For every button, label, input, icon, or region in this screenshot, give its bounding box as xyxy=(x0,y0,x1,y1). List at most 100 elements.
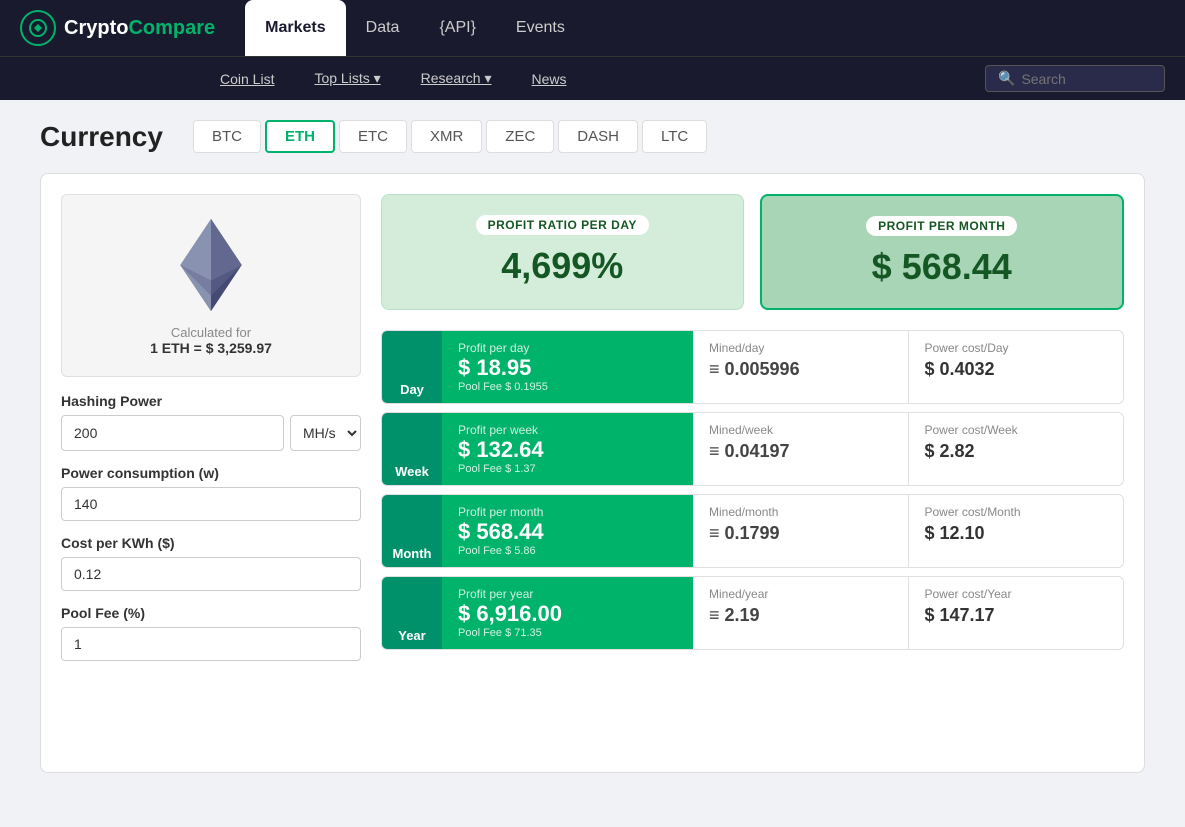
power-label-day: Power cost/Day xyxy=(925,341,1108,355)
tab-dash[interactable]: DASH xyxy=(558,120,638,153)
eth-price: 1 ETH = $ 3,259.97 xyxy=(150,340,272,356)
period-label-day: Day xyxy=(382,331,442,403)
profit-row-year: Year Profit per year $ 6,916.00 Pool Fee… xyxy=(381,576,1124,650)
profit-title-day: Profit per day xyxy=(458,341,677,355)
profit-main-day: Profit per day $ 18.95 Pool Fee $ 0.1955 xyxy=(442,331,693,403)
profit-month-label: PROFIT PER MONTH xyxy=(866,216,1017,236)
nav-events[interactable]: Events xyxy=(496,0,585,56)
nav-api[interactable]: {API} xyxy=(419,0,495,56)
logo-text-compare: Compare xyxy=(128,17,215,40)
tab-btc[interactable]: BTC xyxy=(193,120,261,153)
secondary-nav: Coin List Top Lists ▾ Research ▾ News 🔍 xyxy=(0,56,1185,100)
profit-title-week: Profit per week xyxy=(458,423,677,437)
search-icon: 🔍 xyxy=(998,70,1015,87)
power-week: Power cost/Week $ 2.82 xyxy=(909,413,1124,485)
power-value-day: $ 0.4032 xyxy=(925,359,1108,380)
profit-ratio-label: PROFIT RATIO PER DAY xyxy=(476,215,649,235)
power-year: Power cost/Year $ 147.17 xyxy=(909,577,1124,649)
power-consumption-group: Power consumption (w) xyxy=(61,465,361,521)
cost-per-kwh-label: Cost per KWh ($) xyxy=(61,535,361,551)
eth-logo xyxy=(161,215,261,315)
nav-markets[interactable]: Markets xyxy=(245,0,345,56)
pool-fee-week: Pool Fee $ 1.37 xyxy=(458,463,677,475)
mined-value-week: ≡ 0.04197 xyxy=(709,441,892,462)
profit-title-year: Profit per year xyxy=(458,587,677,601)
hashing-power-input[interactable] xyxy=(61,415,284,451)
pool-fee-month: Pool Fee $ 5.86 xyxy=(458,545,677,557)
profit-main-week: Profit per week $ 132.64 Pool Fee $ 1.37 xyxy=(442,413,693,485)
profit-value-year: $ 6,916.00 xyxy=(458,601,677,627)
power-consumption-input[interactable] xyxy=(61,487,361,521)
currency-tabs: BTC ETH ETC XMR ZEC DASH LTC xyxy=(193,120,707,153)
mined-value-day: ≡ 0.005996 xyxy=(709,359,892,380)
mined-value-month: ≡ 0.1799 xyxy=(709,523,892,544)
period-label-year: Year xyxy=(382,577,442,649)
period-label-week: Week xyxy=(382,413,442,485)
power-value-week: $ 2.82 xyxy=(925,441,1108,462)
power-label-week: Power cost/Week xyxy=(925,423,1108,437)
mined-label-month: Mined/month xyxy=(709,505,892,519)
tab-etc[interactable]: ETC xyxy=(339,120,407,153)
logo-icon xyxy=(20,10,56,46)
nav-items: Markets Data {API} Events xyxy=(245,0,1165,56)
logo-text-crypto: Crypto xyxy=(64,17,128,40)
power-consumption-label: Power consumption (w) xyxy=(61,465,361,481)
right-panel: PROFIT RATIO PER DAY 4,699% PROFIT PER M… xyxy=(381,194,1124,752)
currency-section: Currency BTC ETH ETC XMR ZEC DASH LTC xyxy=(40,120,1145,153)
main-content: Currency BTC ETH ETC XMR ZEC DASH LTC xyxy=(0,100,1185,793)
mined-value-year: ≡ 2.19 xyxy=(709,605,892,626)
profit-title-month: Profit per month xyxy=(458,505,677,519)
pool-fee-day: Pool Fee $ 0.1955 xyxy=(458,381,677,393)
tab-ltc[interactable]: LTC xyxy=(642,120,707,153)
profit-value-month: $ 568.44 xyxy=(458,519,677,545)
hashing-power-label: Hashing Power xyxy=(61,393,361,409)
mined-label-year: Mined/year xyxy=(709,587,892,601)
tab-xmr[interactable]: XMR xyxy=(411,120,482,153)
search-box[interactable]: 🔍 xyxy=(985,65,1165,92)
profit-row-week: Week Profit per week $ 132.64 Pool Fee $… xyxy=(381,412,1124,486)
mined-label-week: Mined/week xyxy=(709,423,892,437)
tab-eth[interactable]: ETH xyxy=(265,120,335,153)
nav-data[interactable]: Data xyxy=(346,0,420,56)
pool-fee-label: Pool Fee (%) xyxy=(61,605,361,621)
power-day: Power cost/Day $ 0.4032 xyxy=(909,331,1124,403)
power-value-month: $ 12.10 xyxy=(925,523,1108,544)
stat-box-profit-ratio: PROFIT RATIO PER DAY 4,699% xyxy=(381,194,744,310)
power-value-year: $ 147.17 xyxy=(925,605,1108,626)
search-input[interactable] xyxy=(1021,71,1152,87)
stat-box-profit-month: PROFIT PER MONTH $ 568.44 xyxy=(760,194,1125,310)
currency-title: Currency xyxy=(40,121,163,153)
cost-per-kwh-group: Cost per KWh ($) xyxy=(61,535,361,591)
profit-main-month: Profit per month $ 568.44 Pool Fee $ 5.8… xyxy=(442,495,693,567)
mined-week: Mined/week ≡ 0.04197 xyxy=(693,413,909,485)
stat-boxes: PROFIT RATIO PER DAY 4,699% PROFIT PER M… xyxy=(381,194,1124,310)
power-label-year: Power cost/Year xyxy=(925,587,1108,601)
tab-zec[interactable]: ZEC xyxy=(486,120,554,153)
sec-nav-research[interactable]: Research ▾ xyxy=(401,57,512,101)
left-panel: Calculated for 1 ETH = $ 3,259.97 Hashin… xyxy=(61,194,361,752)
mined-month: Mined/month ≡ 0.1799 xyxy=(693,495,909,567)
sec-nav-news[interactable]: News xyxy=(511,57,586,101)
hashing-power-group: Hashing Power MH/s GH/s TH/s xyxy=(61,393,361,451)
sec-nav-coin-list[interactable]: Coin List xyxy=(200,57,294,101)
logo[interactable]: Crypto Compare xyxy=(20,10,215,46)
profit-row-month: Month Profit per month $ 568.44 Pool Fee… xyxy=(381,494,1124,568)
profit-value-day: $ 18.95 xyxy=(458,355,677,381)
profit-ratio-value: 4,699% xyxy=(402,245,723,287)
power-label-month: Power cost/Month xyxy=(925,505,1108,519)
period-label-month: Month xyxy=(382,495,442,567)
power-month: Power cost/Month $ 12.10 xyxy=(909,495,1124,567)
profit-rows: Day Profit per day $ 18.95 Pool Fee $ 0.… xyxy=(381,330,1124,650)
sec-nav-top-lists[interactable]: Top Lists ▾ xyxy=(294,57,400,101)
profit-value-week: $ 132.64 xyxy=(458,437,677,463)
mined-year: Mined/year ≡ 2.19 xyxy=(693,577,909,649)
eth-calculated-for: Calculated for xyxy=(171,325,251,340)
top-nav: Crypto Compare Markets Data {API} Events xyxy=(0,0,1185,56)
pool-fee-input[interactable] xyxy=(61,627,361,661)
mined-day: Mined/day ≡ 0.005996 xyxy=(693,331,909,403)
cost-per-kwh-input[interactable] xyxy=(61,557,361,591)
hashing-power-unit-select[interactable]: MH/s GH/s TH/s xyxy=(290,415,361,451)
eth-logo-box: Calculated for 1 ETH = $ 3,259.97 xyxy=(61,194,361,377)
profit-main-year: Profit per year $ 6,916.00 Pool Fee $ 71… xyxy=(442,577,693,649)
profit-row-day: Day Profit per day $ 18.95 Pool Fee $ 0.… xyxy=(381,330,1124,404)
